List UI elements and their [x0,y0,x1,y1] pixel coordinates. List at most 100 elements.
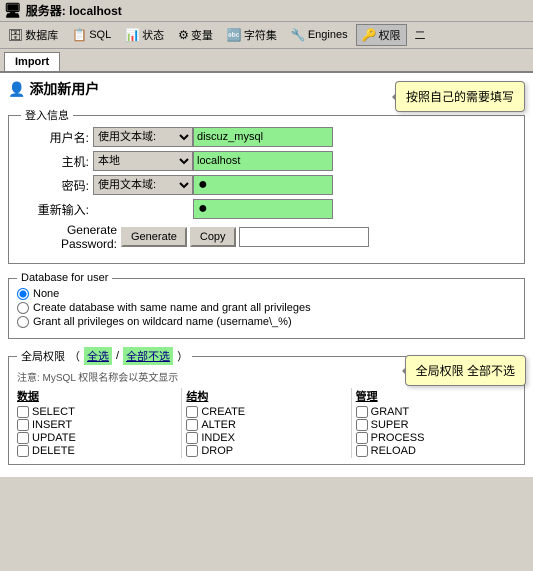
toolbar-more[interactable]: 二 [409,24,432,46]
cb-alter[interactable] [186,419,198,431]
priv-update: UPDATE [17,432,177,444]
password-label: 密码: [17,177,89,194]
cb-grant[interactable] [356,406,368,418]
password-select[interactable]: 使用文本域: [93,175,193,195]
priv-grant: GRANT [356,406,516,418]
copy-button[interactable]: Copy [190,227,236,247]
status-icon: 📊 [125,28,140,42]
tab-bar: Import [0,49,533,73]
password-row: 密码: 使用文本域: ● [17,175,516,195]
cb-insert[interactable] [17,419,29,431]
db-radio-none[interactable] [17,288,29,300]
cb-select[interactable] [17,406,29,418]
reenter-label: 重新输入: [17,201,89,218]
cb-process[interactable] [356,432,368,444]
db-icon: 🗄 [8,28,23,42]
login-fieldset: 登入信息 用户名: 使用文本域: 主机: 本地 密码: 使用文本域: ● [8,107,525,264]
sql-icon: 📋 [72,28,87,42]
cb-index[interactable] [186,432,198,444]
priv-delete: DELETE [17,445,177,457]
db-option-create: Create database with same name and grant… [17,302,516,314]
toolbar-status[interactable]: 📊 状态 [119,24,170,46]
toolbar-variables-label: 变量 [191,27,213,43]
privileges-legend: 全局权限 （全选 / 全部不选） [17,347,192,365]
database-legend: Database for user [17,272,112,284]
page-title: 添加新用户 [29,79,99,99]
host-input[interactable] [193,151,333,171]
priv-drop: DROP [186,445,346,457]
divider-2 [351,388,352,458]
username-select[interactable]: 使用文本域: [93,127,193,147]
tooltip-1-text: 按照自己的需要填写 [406,90,514,104]
db-option-none: None [17,288,516,300]
privileges-columns: 数据 SELECT INSERT UPDATE DELETE [17,388,516,458]
toolbar-engines[interactable]: 🔧 Engines [285,25,354,45]
engines-icon: 🔧 [291,28,306,42]
priv-alter: ALTER [186,419,346,431]
server-icon: 🖥 [4,2,22,19]
username-label: 用户名: [17,129,89,146]
toolbar: 🗄 数据库 📋 SQL 📊 状态 ⚙ 变量 🔤 字符集 🔧 Engines 🔑 … [0,22,533,49]
toolbar-sql-label: SQL [89,29,111,41]
db-none-label: None [33,288,59,300]
db-radio-wildcard[interactable] [17,316,29,328]
username-row: 用户名: 使用文本域: [17,127,516,147]
priv-create: CREATE [186,406,346,418]
priv-col-data: 数据 SELECT INSERT UPDATE DELETE [17,388,177,458]
password-input[interactable]: ● [193,175,333,195]
generate-button[interactable]: Generate [121,227,187,247]
toolbar-charset[interactable]: 🔤 字符集 [221,24,283,46]
cb-delete[interactable] [17,445,29,457]
priv-col-structure: 结构 CREATE ALTER INDEX DROP [186,388,346,458]
toolbar-db-label: 数据库 [25,27,58,43]
cb-update[interactable] [17,432,29,444]
divider-1 [181,388,182,458]
select-all-link[interactable]: 全选 [84,347,112,365]
cb-reload[interactable] [356,445,368,457]
generate-button-label: Generate [131,231,177,243]
toolbar-variables[interactable]: ⚙ 变量 [172,24,219,46]
login-legend: 登入信息 [21,107,73,123]
toolbar-status-label: 状态 [142,27,164,43]
db-option-wildcard: Grant all privileges on wildcard name (u… [17,316,516,328]
host-select[interactable]: 本地 [93,151,193,171]
priv-index: INDEX [186,432,346,444]
host-label: 主机: [17,153,89,170]
title-bar: 🖥 服务器: localhost [0,0,533,22]
db-radio-create[interactable] [17,302,29,314]
select-none-link[interactable]: 全部不选 [123,347,173,365]
tooltip-1: 按照自己的需要填写 [395,81,525,112]
host-row: 主机: 本地 [17,151,516,171]
priv-col-admin: 管理 GRANT SUPER PROCESS RELOAD [356,388,516,458]
variables-icon: ⚙ [178,28,189,42]
cb-drop[interactable] [186,445,198,457]
tab-import[interactable]: Import [4,52,60,71]
privileges-icon: 🔑 [362,28,377,42]
toolbar-privileges-label: 权限 [379,27,401,43]
charset-icon: 🔤 [227,28,242,42]
tooltip-2: 全局权限 全部不选 [405,355,526,386]
reenter-input[interactable]: ● [193,199,333,219]
priv-admin-title: 管理 [356,388,516,404]
title-text: 服务器: localhost [26,2,122,19]
generate-input[interactable] [239,227,369,247]
priv-structure-title: 结构 [186,388,346,404]
toolbar-sql[interactable]: 📋 SQL [66,25,117,45]
db-wildcard-label: Grant all privileges on wildcard name (u… [33,316,292,328]
priv-data-title: 数据 [17,388,177,404]
username-input[interactable] [193,127,333,147]
toolbar-db[interactable]: 🗄 数据库 [2,24,64,46]
database-fieldset: Database for user None Create database w… [8,272,525,339]
priv-super: SUPER [356,419,516,431]
toolbar-privileges[interactable]: 🔑 权限 [356,24,407,46]
user-icon: 👤 [8,81,25,98]
main-content: 👤 添加新用户 按照自己的需要填写 登入信息 用户名: 使用文本域: 主机: 本… [0,73,533,477]
db-create-label: Create database with same name and grant… [33,302,311,314]
priv-insert: INSERT [17,419,177,431]
privileges-title: 全局权限 [21,348,65,364]
priv-process: PROCESS [356,432,516,444]
priv-select: SELECT [17,406,177,418]
cb-super[interactable] [356,419,368,431]
cb-create[interactable] [186,406,198,418]
toolbar-more-label: 二 [415,27,426,43]
